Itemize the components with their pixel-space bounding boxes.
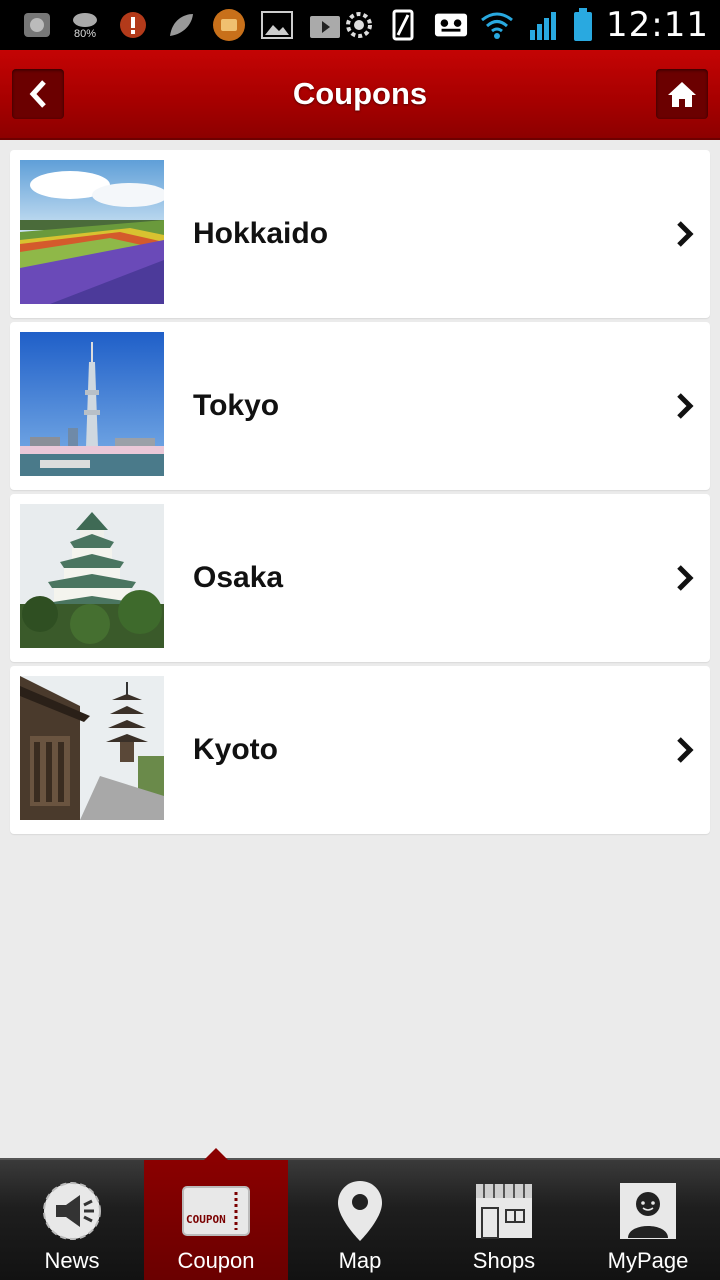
settings-gear-icon [342, 9, 376, 41]
chevron-left-icon [29, 80, 46, 108]
list-item-label: Kyoto [193, 733, 278, 766]
list-item-label: Tokyo [193, 389, 280, 422]
tab-mypage[interactable]: MyPage [576, 1160, 720, 1280]
megaphone-icon [37, 1178, 107, 1244]
coupon-region-list: Hokkaido Tokyo Osaka Kyoto [10, 150, 710, 838]
coupon-icon-text: COUPON [186, 1213, 226, 1226]
gallery-icon [260, 9, 294, 41]
list-item-label: Osaka [193, 561, 284, 594]
leaf-icon [164, 9, 198, 41]
tokyo-thumbnail [20, 332, 164, 476]
tab-map[interactable]: Map [288, 1160, 432, 1280]
bottom-tab-bar: News COUPON Coupon Map Shops MyPage [0, 1148, 720, 1280]
tab-label: MyPage [607, 1248, 689, 1273]
alert-icon [116, 9, 150, 41]
page-title: Coupons [292, 76, 428, 111]
rotation-icon [388, 9, 422, 41]
voicemail-icon [434, 9, 468, 41]
chevron-right-icon [677, 393, 694, 419]
tab-label: Shops [472, 1248, 536, 1273]
weather-percentage: 80% [73, 28, 97, 40]
kyoto-thumbnail [20, 676, 164, 820]
list-item-kyoto[interactable]: Kyoto [10, 666, 710, 834]
coupon-ticket-icon: COUPON [181, 1178, 251, 1244]
tab-label: News [44, 1248, 100, 1273]
tab-coupon[interactable]: COUPON Coupon [144, 1148, 288, 1280]
tab-label: Coupon [177, 1248, 255, 1273]
chevron-right-icon [677, 737, 694, 763]
signal-icon [526, 9, 560, 41]
battery-icon [572, 8, 594, 41]
tab-news[interactable]: News [0, 1160, 144, 1280]
play-store-icon [308, 9, 342, 41]
active-tab-indicator [204, 1148, 228, 1160]
back-button[interactable] [12, 69, 64, 119]
map-pin-icon [325, 1178, 395, 1244]
clock: 12:11 [606, 5, 709, 45]
photo-app-icon [20, 9, 54, 41]
user-profile-icon [613, 1178, 683, 1244]
home-icon [668, 82, 696, 107]
chevron-right-icon [677, 221, 694, 247]
osaka-thumbnail [20, 504, 164, 648]
storefront-icon [469, 1178, 539, 1244]
tab-label: Map [338, 1248, 382, 1273]
chevron-right-icon [677, 565, 694, 591]
list-item-hokkaido[interactable]: Hokkaido [10, 150, 710, 318]
wifi-icon [480, 9, 514, 41]
list-item-label: Hokkaido [193, 217, 329, 250]
list-item-tokyo[interactable]: Tokyo [10, 322, 710, 490]
tab-shops[interactable]: Shops [432, 1160, 576, 1280]
status-bar: 80% 12:11 [0, 0, 720, 50]
weather-icon: 80% [68, 9, 102, 41]
app-header: Coupons [0, 50, 720, 140]
folder-app-icon [212, 9, 246, 41]
home-button[interactable] [656, 69, 708, 119]
list-item-osaka[interactable]: Osaka [10, 494, 710, 662]
hokkaido-thumbnail [20, 160, 164, 304]
